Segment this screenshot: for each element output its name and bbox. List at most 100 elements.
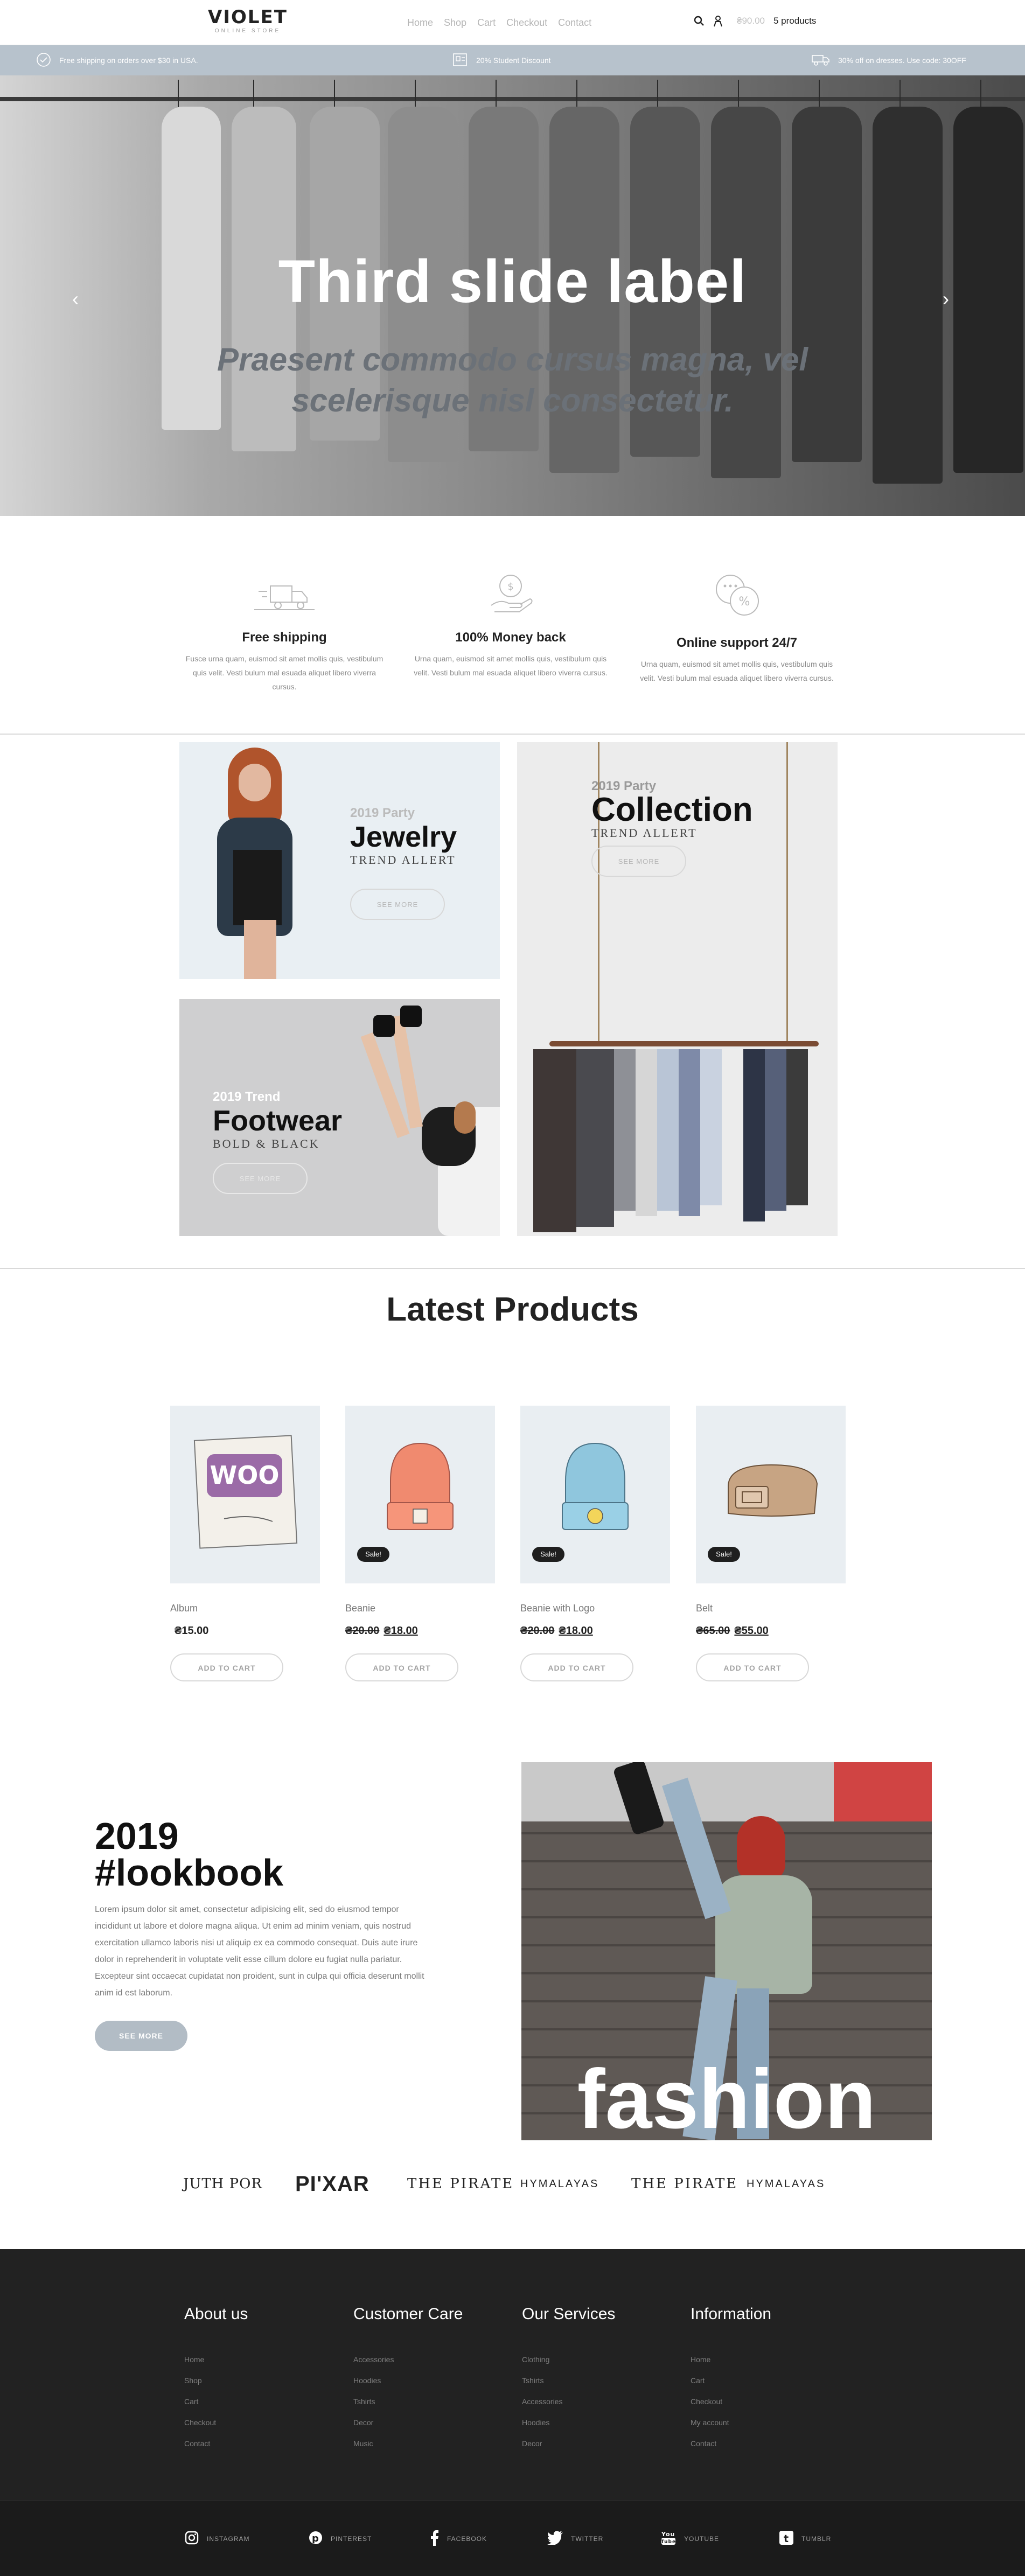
footer-link[interactable]: Hoodies [353,2370,515,2391]
brand-hymalayas-text: HYMALAYAS [747,2177,826,2190]
brand-logo-hymalayas-2[interactable]: HYMALAYAS [747,2165,825,2203]
chat-support-icon: % [624,570,850,624]
footer-link[interactable]: Clothing [522,2349,684,2370]
footer-link[interactable]: Tshirts [353,2391,515,2412]
footer-link[interactable]: Home [184,2349,346,2370]
model-photo [196,742,319,979]
footer-link[interactable]: Checkout [691,2391,852,2412]
footer-links: Accessories Hoodies Tshirts Decor Music [353,2349,515,2454]
add-to-cart-button[interactable]: ADD TO CART [170,1653,283,1681]
footer-link[interactable]: Cart [691,2370,852,2391]
footer-link[interactable]: Hoodies [522,2412,684,2433]
social-twitter[interactable]: TWITTER [547,2501,603,2576]
footer-link[interactable]: Decor [522,2433,684,2454]
product-card-album[interactable]: WOO Album ₴15.00 ADD TO CART [170,1406,320,1681]
brand-logo-pirate-2[interactable]: THE PIRATE [631,2165,738,2203]
product-name[interactable]: Beanie with Logo [520,1603,670,1614]
brand-pixar-text: PI'XAR [295,2172,369,2196]
svg-text:%: % [739,595,750,609]
add-to-cart-button[interactable]: ADD TO CART [696,1653,809,1681]
social-label: FACEBOOK [447,2535,487,2543]
banner-jewelry-kicker: 2019 Party [350,806,415,820]
add-to-cart-button[interactable]: ADD TO CART [520,1653,633,1681]
banner-jewelry-title: Jewelry [350,821,457,853]
model-photo [341,999,500,1236]
product-name[interactable]: Belt [696,1603,846,1614]
footer-link[interactable]: Checkout [184,2412,346,2433]
footer-col-customer-care: Customer Care Accessories Hoodies Tshirt… [353,2305,515,2454]
footer-link[interactable]: Home [691,2349,852,2370]
product-card-beanie[interactable]: Sale! Beanie ₴20.00 ₴18.00 ADD TO CART [345,1406,495,1681]
album-art-icon: WOO [193,1435,298,1549]
product-name[interactable]: Beanie [345,1603,495,1614]
cart-total[interactable]: ₴90.00 [737,16,765,26]
add-to-cart-button[interactable]: ADD TO CART [345,1653,458,1681]
brand-logo-pixar[interactable]: PI'XAR [295,2165,369,2203]
product-card-belt[interactable]: Sale! Belt ₴65.00 ₴55.00 ADD TO CART [696,1406,846,1681]
banner-collection[interactable]: 2019 Party Collection TREND ALLERT SEE M… [517,742,838,1236]
banner-footwear[interactable]: 2019 Trend Footwear BOLD & BLACK SEE MOR… [179,999,500,1236]
footer-link[interactable]: Tshirts [522,2370,684,2391]
lookbook-title: #lookbook [95,1852,284,1894]
nav-shop[interactable]: Shop [444,17,466,29]
instagram-icon [184,2530,199,2547]
feature-shipping-desc: Fusce urna quam, euismod sit amet mollis… [185,654,383,691]
account-icon[interactable] [713,15,723,27]
product-price: ₴20.00 ₴18.00 [345,1625,495,1637]
product-image[interactable]: Sale! [520,1406,670,1583]
latest-products-title: Latest Products [386,1291,639,1328]
social-instagram[interactable]: INSTAGRAM [184,2501,249,2576]
banner-jewelry-button[interactable]: SEE MORE [350,889,445,920]
banner-footwear-subtitle: BOLD & BLACK [213,1137,320,1150]
footer-link[interactable]: Accessories [353,2349,515,2370]
brand-logo-pirate-1[interactable]: THE PIRATE [407,2165,514,2203]
brand-juthpor-text: JUTH POR [183,2176,263,2192]
product-image[interactable]: WOO [170,1406,320,1583]
social-youtube[interactable]: You Tube YOUTUBE [660,2501,719,2576]
hero-carousel: ‹ › Third slide label Praesent commodo c… [0,75,1025,516]
banner-collection-button[interactable]: SEE MORE [591,846,686,877]
footer-col-title: Information [691,2305,772,2323]
social-pinterest[interactable]: p PINTEREST [308,2501,372,2576]
footer-link[interactable]: Contact [184,2433,346,2454]
promo-shipping-text: Free shipping on orders over $30 in USA. [59,56,198,65]
product-name[interactable]: Album [170,1603,320,1614]
banner-footwear-button[interactable]: SEE MORE [213,1163,308,1194]
logo-text: VIOLET [208,6,288,28]
brand-logo-hymalayas-1[interactable]: HYMALAYAS [520,2165,599,2203]
product-image[interactable]: Sale! [696,1406,846,1583]
footer-link[interactable]: Accessories [522,2391,684,2412]
feature-money-back-desc: Urna quam, euismod sit amet mollis quis,… [414,654,608,677]
truck-icon [811,53,831,68]
social-tumblr[interactable]: t TUMBLR [779,2501,831,2576]
promo-bar: Free shipping on orders over $30 in USA.… [0,45,1025,75]
search-icon[interactable] [694,16,705,26]
nav-cart[interactable]: Cart [477,17,496,29]
site-logo[interactable]: VIOLET ONLINE STORE [205,8,291,34]
nav-contact[interactable]: Contact [558,17,591,29]
lookbook-button[interactable]: SEE MORE [95,2021,187,2051]
svg-text:$: $ [507,581,513,592]
price-current: ₴18.00 [383,1625,418,1637]
product-image[interactable]: Sale! [345,1406,495,1583]
footer-link[interactable]: Contact [691,2433,852,2454]
footer-col-about: About us Home Shop Cart Checkout Contact [184,2305,346,2454]
brand-logo-juthpor[interactable]: JUTH POR [183,2165,262,2203]
hero-title: Third slide label [278,248,747,315]
sale-badge: Sale! [357,1547,389,1562]
footer-link[interactable]: My account [691,2412,852,2433]
nav-home[interactable]: Home [407,17,433,29]
footer-links: Home Shop Cart Checkout Contact [184,2349,346,2454]
youtube-icon: You Tube [660,2530,677,2547]
nav-checkout[interactable]: Checkout [506,17,547,29]
price-old: ₴20.00 [345,1625,380,1637]
footer-link[interactable]: Shop [184,2370,346,2391]
product-card-beanie-logo[interactable]: Sale! Beanie with Logo ₴20.00 ₴18.00 ADD … [520,1406,670,1681]
sale-badge: Sale! [532,1547,564,1562]
social-facebook[interactable]: FACEBOOK [429,2501,487,2576]
footer-link[interactable]: Decor [353,2412,515,2433]
banner-jewelry[interactable]: 2019 Party Jewelry TREND ALLERT SEE MORE [179,742,500,979]
footer-link[interactable]: Music [353,2433,515,2454]
cart-count[interactable]: 5 products [773,16,816,26]
footer-link[interactable]: Cart [184,2391,346,2412]
